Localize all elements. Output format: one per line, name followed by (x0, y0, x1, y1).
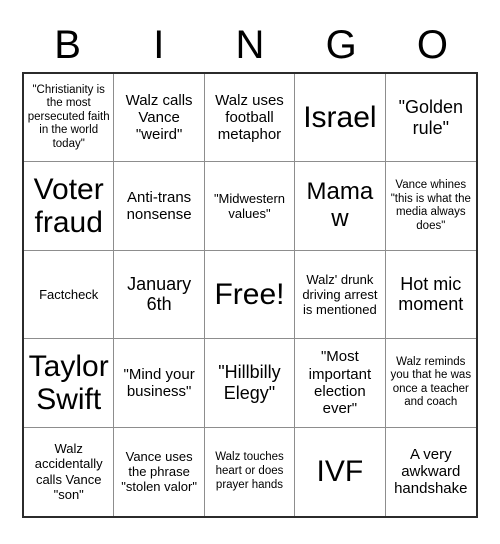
bingo-cell-g3[interactable]: Walz' drunk driving arrest is mentioned (295, 250, 386, 340)
header-letter-g: G (325, 23, 357, 67)
bingo-cell-text: Walz calls Vance "weird" (125, 91, 193, 144)
bingo-cell-text: Mamaw (306, 178, 374, 233)
bingo-cell-g2[interactable]: Mamaw (295, 162, 386, 251)
bingo-cell-free-space[interactable]: Free! (204, 250, 296, 340)
bingo-cell-g1[interactable]: Israel (295, 74, 386, 163)
bingo-cell-o3[interactable]: Hot mic moment (385, 250, 476, 340)
bingo-cell-text: Vance uses the phrase "stolen valor" (121, 448, 197, 495)
bingo-cell-text: Voter fraud (33, 173, 104, 240)
bingo-header: B I N G O (22, 18, 478, 72)
bingo-cell-o1[interactable]: "Golden rule" (385, 74, 476, 163)
bingo-cell-i1[interactable]: Walz calls Vance "weird" (114, 74, 205, 163)
bingo-cell-text: Vance whines "this is what the media alw… (390, 178, 471, 232)
bingo-cell-text: Walz reminds you that he was once a teac… (390, 355, 472, 409)
bingo-cell-text: "Golden rule" (398, 97, 464, 138)
bingo-cell-text: Hot mic moment (398, 273, 464, 315)
bingo-cell-b5[interactable]: Walz accidentally calls Vance "son" (24, 427, 115, 516)
bingo-cell-text: Walz uses football metaphor (215, 91, 284, 144)
bingo-cell-text: January 6th (127, 273, 192, 315)
bingo-cell-text: A very awkward handshake (394, 445, 468, 498)
bingo-cell-b2[interactable]: Voter fraud (24, 162, 115, 251)
bingo-cell-text: "Christianity is the most persecuted fai… (27, 83, 110, 151)
bingo-cell-text: "Mind your business" (123, 365, 195, 400)
bingo-cell-i5[interactable]: Vance uses the phrase "stolen valor" (114, 427, 205, 516)
bingo-free-space-text: Free! (214, 277, 285, 311)
bingo-cell-o4[interactable]: Walz reminds you that he was once a teac… (385, 339, 476, 428)
bingo-cell-text: Taylor Swift (28, 349, 109, 416)
bingo-card: B I N G O "Christianity is the most pers… (0, 0, 500, 544)
bingo-cell-text: IVF (316, 455, 364, 489)
bingo-cell-text: Walz touches heart or does prayer hands (215, 451, 284, 491)
bingo-cell-text: "Midwestern values" (213, 190, 286, 222)
bingo-cell-o2[interactable]: Vance whines "this is what the media alw… (385, 162, 476, 251)
bingo-cell-b3[interactable]: Factcheck (24, 250, 115, 340)
bingo-cell-text: "Hillbilly Elegy" (218, 362, 281, 403)
bingo-cell-text: Factcheck (39, 286, 99, 302)
bingo-cell-i2[interactable]: Anti-trans nonsense (114, 162, 205, 251)
bingo-cell-text: Anti-trans nonsense (126, 188, 192, 224)
header-letter-i: I (153, 23, 165, 67)
bingo-cell-text: "Most important election ever" (308, 348, 372, 418)
bingo-cell-text: Walz accidentally calls Vance "son" (34, 441, 103, 503)
header-letter-b: B (54, 23, 81, 67)
bingo-grid: "Christianity is the most persecuted fai… (22, 72, 478, 518)
bingo-cell-i4[interactable]: "Mind your business" (114, 339, 205, 428)
bingo-cell-i3[interactable]: January 6th (114, 250, 205, 340)
bingo-cell-g5[interactable]: IVF (295, 427, 386, 516)
header-letter-n: N (235, 23, 265, 67)
header-letter-o: O (416, 23, 448, 67)
bingo-cell-n4[interactable]: "Hillbilly Elegy" (204, 339, 296, 428)
bingo-cell-text: Walz' drunk driving arrest is mentioned (302, 271, 378, 318)
bingo-cell-o5[interactable]: A very awkward handshake (385, 427, 476, 516)
bingo-cell-b1[interactable]: "Christianity is the most persecuted fai… (24, 74, 115, 163)
bingo-cell-g4[interactable]: "Most important election ever" (295, 339, 386, 428)
bingo-cell-text: Israel (303, 101, 377, 135)
bingo-cell-n2[interactable]: "Midwestern values" (204, 162, 296, 251)
bingo-cell-b4[interactable]: Taylor Swift (24, 339, 115, 428)
bingo-cell-n5[interactable]: Walz touches heart or does prayer hands (204, 427, 296, 516)
bingo-cell-n1[interactable]: Walz uses football metaphor (204, 74, 296, 163)
